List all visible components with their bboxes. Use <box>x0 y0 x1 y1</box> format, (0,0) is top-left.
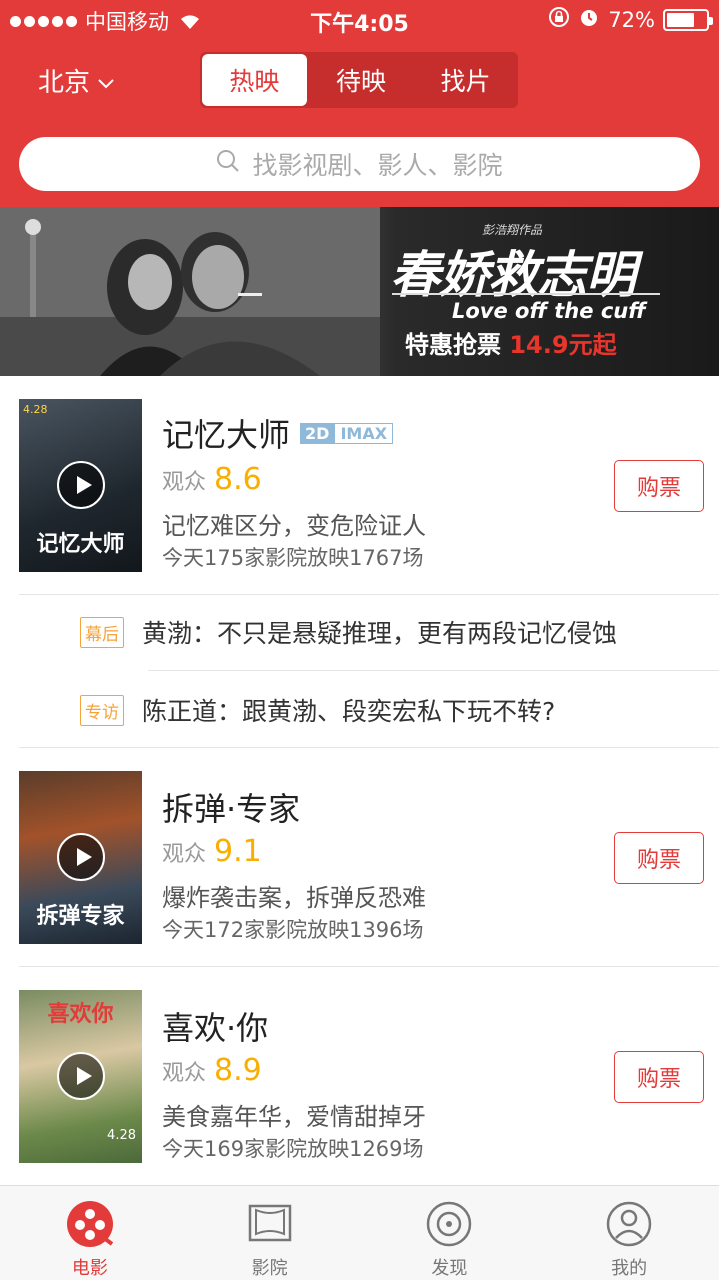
tabbar-item-profile[interactable]: 我的 <box>539 1186 719 1280</box>
chevron-down-icon <box>98 66 114 96</box>
movie-description: 记忆难区分，变危险证人 <box>162 512 426 540</box>
battery-level <box>667 12 695 27</box>
score-label: 观众 <box>162 1061 207 1086</box>
tag-imax: IMAX <box>334 422 394 444</box>
buy-ticket-button[interactable]: 购票 <box>614 832 704 884</box>
movie-description: 爆炸袭击案，拆弹反恐难 <box>162 884 426 912</box>
cinema-screen-icon <box>246 1200 294 1252</box>
search-placeholder: 找影视剧、影人、影院 <box>252 151 503 180</box>
tabbar-label: 发现 <box>431 1258 468 1279</box>
alarm-icon <box>578 6 600 33</box>
movie-item[interactable]: 拆弹专家 拆弹·专家 观众 9.1 爆炸袭击案，拆弹反恐难 今天172家影院放映… <box>0 748 719 966</box>
poster-date: 4.28 <box>107 1128 136 1143</box>
movie-title: 喜欢·你 <box>162 1009 269 1047</box>
divider <box>19 594 719 595</box>
discover-icon <box>425 1200 473 1252</box>
movie-score: 观众 8.6 <box>162 462 262 497</box>
movie-description: 美食嘉年华，爱情甜掉牙 <box>162 1103 426 1131</box>
movie-showings: 今天172家影院放映1396场 <box>162 918 424 942</box>
news-tag: 专访 <box>80 694 124 726</box>
play-icon[interactable] <box>57 833 105 881</box>
movie-showings: 今天175家影院放映1767场 <box>162 546 424 570</box>
movie-poster[interactable]: 4.28 记忆大师 <box>19 399 142 572</box>
buy-ticket-button[interactable]: 购票 <box>614 1051 704 1103</box>
movie-item[interactable]: 4.28 记忆大师 记忆大师 2D IMAX 观众 8.6 记忆难区分，变危险证… <box>0 376 719 596</box>
score-label: 观众 <box>162 470 207 495</box>
movie-item[interactable]: 4.28 喜欢你 喜欢·你 观众 8.9 美食嘉年华，爱情甜掉牙 今天169家影… <box>0 967 719 1185</box>
buy-ticket-button[interactable]: 购票 <box>614 460 704 512</box>
user-icon <box>605 1200 653 1252</box>
news-item[interactable]: 幕后 黄渤：不只是悬疑推理，更有两段记忆侵蚀 <box>80 614 617 650</box>
banner-title-en: Love off the cuff <box>452 299 646 323</box>
movie-title: 记忆大师 <box>162 416 291 454</box>
tabbar-label: 影院 <box>251 1258 288 1279</box>
score-value: 9.1 <box>214 834 262 869</box>
bottom-tab-bar: 电影 影院 发现 我的 <box>0 1185 719 1280</box>
banner-divider <box>392 293 660 295</box>
score-label: 观众 <box>162 842 207 867</box>
tag-2d: 2D <box>300 422 335 444</box>
promo-banner[interactable]: 彭浩翔作品 春娇救志明 Love off the cuff 特惠抢票 14.9元… <box>0 207 719 376</box>
search-input[interactable]: 找影视剧、影人、影院 <box>19 137 700 191</box>
status-bar: 中国移动 下午4:05 72% <box>0 0 719 40</box>
banner-title: 春娇救志明 <box>390 246 636 304</box>
tabbar-label: 我的 <box>611 1258 648 1279</box>
poster-title: 喜欢你 <box>47 1002 114 1027</box>
banner-promo-label: 特惠抢票 <box>405 331 501 359</box>
movie-poster[interactable]: 拆弹专家 <box>19 771 142 944</box>
city-label: 北京 <box>38 68 91 98</box>
movie-poster[interactable]: 4.28 喜欢你 <box>19 990 142 1163</box>
poster-date: 4.28 <box>23 403 48 416</box>
film-reel-icon <box>66 1200 114 1252</box>
movie-score: 观众 8.9 <box>162 1053 262 1088</box>
battery-percent: 72% <box>608 7 655 32</box>
city-selector[interactable]: 北京 <box>38 62 114 99</box>
play-icon[interactable] <box>57 461 105 509</box>
format-tags: 2D IMAX <box>300 422 394 444</box>
movie-title: 拆弹·专家 <box>162 790 301 828</box>
divider <box>148 670 719 671</box>
banner-promo: 特惠抢票 14.9元起 <box>405 325 617 360</box>
movie-title-row: 记忆大师 2D IMAX <box>162 410 394 456</box>
app-header: 中国移动 下午4:05 72% 北京 热映 待映 找片 找影视剧、影人、影院 <box>0 0 719 207</box>
banner-photo <box>0 207 380 376</box>
tab-find-movie[interactable]: 找片 <box>413 52 518 108</box>
news-item[interactable]: 专访 陈正道：跟黄渤、段奕宏私下玩不转? <box>80 692 555 728</box>
rotation-lock-icon <box>548 6 570 33</box>
search-icon <box>216 149 240 179</box>
news-text: 黄渤：不只是悬疑推理，更有两段记忆侵蚀 <box>142 619 618 648</box>
score-value: 8.9 <box>214 1053 262 1088</box>
tabbar-item-cinemas[interactable]: 影院 <box>180 1186 360 1280</box>
battery-icon <box>663 8 713 31</box>
tabbar-item-movies[interactable]: 电影 <box>0 1186 180 1280</box>
poster-title: 记忆大师 <box>36 532 125 557</box>
banner-price: 14.9元起 <box>509 331 617 359</box>
play-icon[interactable] <box>57 1052 105 1100</box>
tab-coming-soon[interactable]: 待映 <box>309 52 414 108</box>
news-tag: 幕后 <box>80 616 124 648</box>
tabbar-label: 电影 <box>71 1258 108 1279</box>
news-text: 陈正道：跟黄渤、段奕宏私下玩不转? <box>142 697 556 726</box>
poster-title: 拆弹专家 <box>36 904 125 929</box>
tabbar-item-discover[interactable]: 发现 <box>360 1186 540 1280</box>
movie-showings: 今天169家影院放映1269场 <box>162 1137 424 1161</box>
status-right: 72% <box>548 6 713 33</box>
score-value: 8.6 <box>214 462 262 497</box>
top-tabs: 热映 待映 找片 <box>200 52 518 108</box>
movie-score: 观众 9.1 <box>162 834 262 869</box>
tab-now-playing[interactable]: 热映 <box>202 54 307 106</box>
